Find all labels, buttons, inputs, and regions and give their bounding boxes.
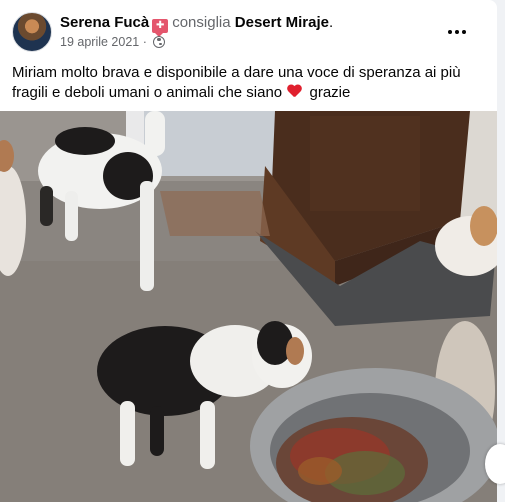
post-date[interactable]: 19 aprile 2021 — [60, 35, 139, 49]
dogs-eating-photo[interactable] — [0, 111, 497, 502]
action-text: consiglia — [172, 14, 231, 31]
recommend-icon: ✚ — [152, 19, 169, 37]
post-text-end: grazie — [309, 84, 351, 101]
author-name[interactable]: Serena Fucà — [60, 14, 149, 31]
page-name[interactable]: Desert Miraje — [235, 14, 329, 31]
post-header: Serena Fucà ✚ consiglia Desert Miraje. 19 … — [12, 12, 497, 54]
post-meta: 19 aprile 2021 · — [60, 35, 166, 49]
more-dot — [455, 30, 459, 34]
more-options-button[interactable] — [439, 14, 475, 50]
more-dot — [448, 30, 452, 34]
globe-icon[interactable] — [153, 36, 166, 48]
post-text-main: Miriam molto brava e disponibile a dare … — [12, 64, 461, 101]
author-avatar[interactable] — [12, 12, 52, 52]
post-title-line: Serena Fucà ✚ consiglia Desert Miraje. — [60, 14, 334, 37]
more-dot — [462, 30, 466, 34]
heart-icon — [287, 85, 302, 98]
post-text: Miriam molto brava e disponibile a dare … — [12, 63, 490, 103]
post-card: Serena Fucà ✚ consiglia Desert Miraje. 19 … — [0, 0, 497, 502]
meta-separator: · — [142, 35, 147, 49]
photo-illustration — [0, 111, 497, 502]
title-punct: . — [328, 14, 334, 31]
